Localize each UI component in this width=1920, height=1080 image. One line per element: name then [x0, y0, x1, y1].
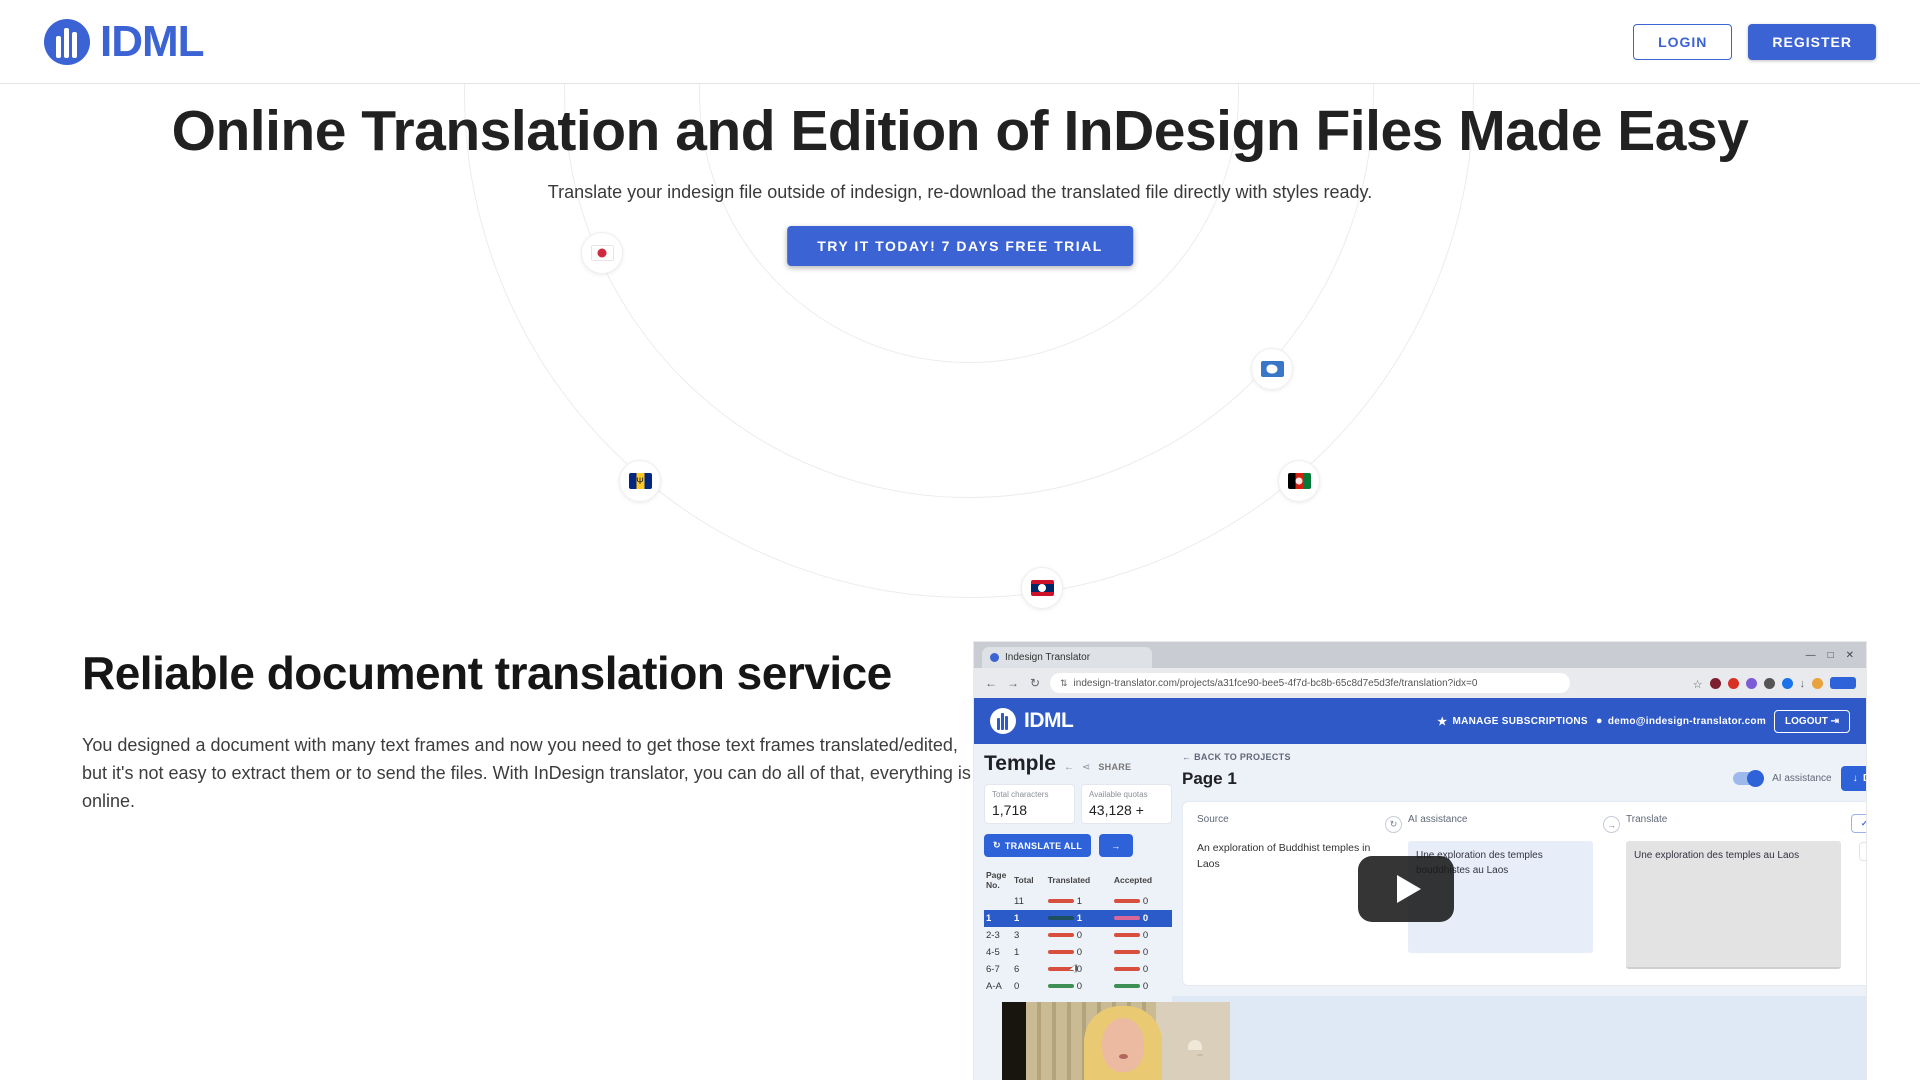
source-column-header: Source [1197, 814, 1229, 825]
presenter-video-inset [1002, 1002, 1230, 1080]
extension-icon[interactable] [1781, 677, 1793, 689]
feature-title: Reliable document translation service [78, 646, 920, 701]
next-row-area [1172, 996, 1866, 1080]
table-row[interactable]: 4-5 1 0 0 [984, 944, 1172, 961]
available-quotas-card: Available quotas 43,128 + [1081, 784, 1172, 824]
address-bar[interactable]: ⇅ indesign-translator.com/projects/a31fc… [1050, 673, 1570, 693]
extension-icon[interactable] [1709, 677, 1721, 689]
pages-table: Page No. Total Translated Accepted 11 1 … [984, 869, 1172, 995]
barbados-flag-icon: Ψ [619, 460, 661, 502]
translate-all-button[interactable]: ↻ TRANSLATE ALL [984, 834, 1092, 857]
afghanistan-flag-icon [1278, 460, 1320, 502]
download-icon: ↓ [1852, 773, 1859, 784]
idml-logo-icon [44, 18, 90, 65]
reject-button[interactable]: ✕ REJECT [1858, 842, 1866, 861]
source-text: An exploration of Buddhist temples in La… [1197, 842, 1371, 870]
top-nav: IDML LOGIN REGISTER [0, 0, 1920, 84]
table-row[interactable]: A-A 0 0 0 [984, 978, 1172, 995]
table-row[interactable]: 11 1 0 [984, 893, 1172, 910]
validate-button[interactable]: ✓ VALIDATE [1851, 814, 1866, 833]
regenerate-icon-button[interactable]: ↻ [1385, 816, 1402, 833]
translation-panel: ← BACK TO PROJECTS Page 1 AI assistance … [1172, 752, 1866, 1080]
translate-column-header: Translate [1626, 814, 1668, 825]
hero-section: Online Translation and Edition of InDesi… [0, 84, 1920, 640]
site-info-icon: ⇅ [1060, 677, 1068, 688]
maximize-icon: □ [1827, 649, 1834, 661]
project-name: Temple [984, 752, 1056, 775]
free-trial-cta-button[interactable]: TRY IT TODAY! 7 DAYS FREE TRIAL [787, 226, 1133, 266]
url-text: indesign-translator.com/projects/a31fce9… [1073, 677, 1478, 689]
laos-flag-icon [1021, 567, 1063, 609]
nav-actions: LOGIN REGISTER [1633, 23, 1876, 60]
share-label[interactable]: SHARE [1098, 762, 1131, 772]
translation-card: Source An exploration of Buddhist temple… [1182, 801, 1866, 986]
forward-icon[interactable]: → [1006, 676, 1020, 690]
brand-name: IDML [100, 16, 205, 66]
extension-icon[interactable] [1763, 677, 1775, 689]
register-button[interactable]: REGISTER [1748, 23, 1876, 60]
refresh-icon: ↻ [993, 840, 1001, 850]
antarctica-flag-icon [1251, 348, 1293, 390]
user-icon: ● [1595, 715, 1603, 727]
download-button[interactable]: ↓ DOWNLOAD [1840, 766, 1866, 791]
extension-icons: ☆ ↓ [1693, 677, 1856, 691]
window-controls[interactable]: — □ ✕ [1806, 642, 1858, 668]
youtube-play-button[interactable] [1358, 856, 1454, 922]
app-logo-icon [990, 708, 1016, 734]
back-icon[interactable]: ← [984, 676, 998, 690]
browser-menu-button[interactable] [1830, 677, 1856, 689]
tab-title: Indesign Translator [1005, 652, 1091, 663]
subscriptions-icon: ★ [1437, 715, 1448, 728]
hero-title: Online Translation and Edition of InDesi… [171, 99, 1749, 163]
browser-toolbar: ← → ↻ ⇅ indesign-translator.com/projects… [974, 668, 1866, 698]
next-arrow-button[interactable]: → [1099, 834, 1133, 857]
page-title: Page 1 [1182, 768, 1237, 788]
landing-page: IDML LOGIN REGISTER Online Translation a… [0, 0, 1920, 1080]
login-button[interactable]: LOGIN [1633, 23, 1733, 60]
extension-icon[interactable] [1745, 677, 1757, 689]
brand-logo[interactable]: IDML [44, 16, 205, 67]
account-menu[interactable]: ● demo@indesign-translator.com [1596, 715, 1766, 727]
minimize-icon: — [1805, 649, 1816, 661]
refresh-icon[interactable]: ↻ [1028, 676, 1042, 690]
table-row[interactable]: 2-3 3 0 0 [984, 927, 1172, 944]
app-header: IDML ★ MANAGE SUBSCRIPTIONS ● demo@indes… [974, 698, 1866, 744]
hero-subtitle: Translate your indesign file outside of … [547, 182, 1373, 202]
favicon [990, 653, 999, 662]
ai-column-header: AI assistance [1408, 814, 1468, 825]
check-icon: ✓ [1861, 819, 1866, 828]
bookmark-star-icon[interactable]: ☆ [1693, 678, 1703, 691]
browser-tab-strip: Indesign Translator — □ ✕ [974, 642, 1866, 668]
extension-icon[interactable] [1727, 677, 1739, 689]
browser-tab[interactable]: Indesign Translator [982, 647, 1152, 668]
profile-avatar[interactable] [1812, 677, 1823, 689]
intro-video[interactable]: Indesign Translator — □ ✕ ← → ↻ ⇅ indesign… [974, 642, 1866, 1080]
app-brand-name: IDML [1024, 709, 1074, 732]
apply-arrow-icon-button[interactable]: → [1603, 816, 1620, 833]
feature-body: You designed a document with many text f… [82, 735, 971, 811]
back-to-projects-link[interactable]: ← BACK TO PROJECTS [1182, 752, 1866, 762]
table-row-selected[interactable]: 1 1 1 0 [984, 909, 1172, 927]
total-characters-card: Total characters 1,718 [984, 784, 1075, 824]
share-icon[interactable]: ⋖ [1082, 762, 1090, 773]
feature-section: Reliable document translation service Yo… [78, 646, 987, 816]
manage-subscriptions-link[interactable]: ★ MANAGE SUBSCRIPTIONS [1437, 715, 1588, 728]
logout-button[interactable]: LOGOUT ⇥ [1774, 709, 1850, 733]
japan-flag-icon [581, 232, 623, 274]
edit-icon[interactable]: ← [1064, 762, 1074, 773]
close-icon: ✕ [1845, 649, 1854, 661]
ai-assistance-label: AI assistance [1772, 773, 1832, 784]
ai-assistance-toggle[interactable] [1733, 770, 1765, 787]
translation-textarea[interactable]: Une exploration des temples au Laos [1626, 841, 1841, 969]
download-icon[interactable]: ↓ [1800, 678, 1806, 690]
